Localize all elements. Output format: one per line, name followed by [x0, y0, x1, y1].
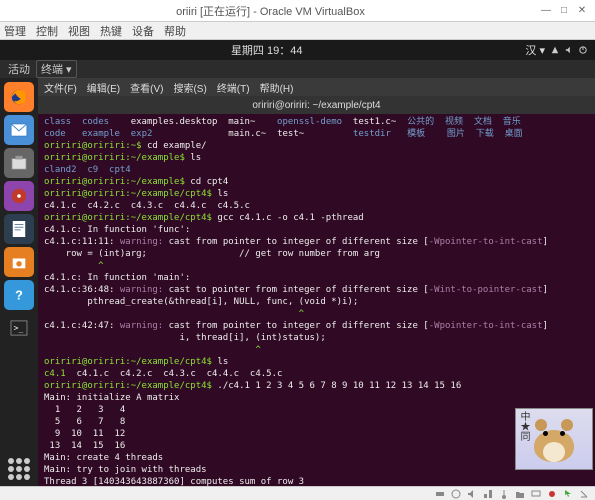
- term-menu-search[interactable]: 搜索(S): [173, 80, 206, 95]
- status-audio-icon[interactable]: [467, 489, 477, 499]
- term-menu-help[interactable]: 帮助(H): [260, 80, 294, 95]
- term-menu-file[interactable]: 文件(F): [44, 80, 77, 95]
- dock-files-icon[interactable]: [4, 148, 34, 178]
- vbox-menu-view[interactable]: 视图: [68, 23, 90, 39]
- terminal-window: 文件(F) 编辑(E) 查看(V) 搜索(S) 终端(T) 帮助(H) orir…: [38, 78, 595, 486]
- network-icon[interactable]: [551, 46, 559, 54]
- term-menu-terminal[interactable]: 终端(T): [217, 80, 250, 95]
- vbox-title: oriiri [正在运行] - Oracle VM VirtualBox: [6, 3, 535, 19]
- hamster-icon: [529, 417, 579, 462]
- status-mouse-icon[interactable]: [563, 489, 573, 499]
- svg-text:?: ?: [15, 289, 23, 303]
- close-button[interactable]: ✕: [575, 4, 589, 18]
- terminal-title: oririri@oririri: ~/example/cpt4: [252, 100, 380, 111]
- terminal-output[interactable]: class codes examples.desktop main~ opens…: [38, 114, 595, 486]
- dock-writer-icon[interactable]: [4, 214, 34, 244]
- vbox-statusbar: [0, 486, 595, 500]
- vbox-menu-control[interactable]: 控制: [36, 23, 58, 39]
- gnome-clock[interactable]: 星期四 19：44: [8, 42, 525, 58]
- terminal-titlebar: oririri@oririri: ~/example/cpt4: [38, 96, 595, 114]
- dock-firefox-icon[interactable]: [4, 82, 34, 112]
- dock-email-icon[interactable]: [4, 115, 34, 145]
- avatar-text: 中★同: [518, 411, 528, 441]
- maximize-button[interactable]: □: [557, 4, 571, 18]
- terminal-app-menu[interactable]: 终端 ▾: [36, 60, 77, 78]
- vbox-titlebar: oriiri [正在运行] - Oracle VM VirtualBox — □…: [0, 0, 595, 22]
- gnome-lang-indicator[interactable]: 汉 ▾: [525, 42, 545, 58]
- activities-button[interactable]: 活动: [8, 61, 30, 77]
- status-net-icon[interactable]: [483, 489, 493, 499]
- minimize-button[interactable]: —: [539, 4, 553, 18]
- dock-terminal-icon[interactable]: >_: [4, 313, 34, 343]
- status-hdd-icon[interactable]: [435, 489, 445, 499]
- status-rec-icon[interactable]: [547, 489, 557, 499]
- status-usb-icon[interactable]: [499, 489, 509, 499]
- status-display-icon[interactable]: [531, 489, 541, 499]
- term-menu-view[interactable]: 查看(V): [130, 80, 163, 95]
- gnome-top-bar: 星期四 19：44 汉 ▾: [0, 40, 595, 60]
- vbox-menu-help[interactable]: 帮助: [164, 23, 186, 39]
- gnome-app-menu: 活动 终端 ▾: [0, 60, 595, 78]
- desktop-avatar-widget[interactable]: 中★同: [515, 408, 593, 470]
- volume-icon[interactable]: [565, 46, 573, 54]
- status-cd-icon[interactable]: [451, 489, 461, 499]
- term-menu-edit[interactable]: 编辑(E): [87, 80, 120, 95]
- dock-apps-grid-icon[interactable]: [8, 458, 30, 480]
- status-key-icon[interactable]: [579, 489, 589, 499]
- svg-text:>_: >_: [14, 324, 24, 333]
- power-icon[interactable]: [579, 46, 587, 54]
- dock-help-icon[interactable]: ?: [4, 280, 34, 310]
- dock-rhythmbox-icon[interactable]: [4, 181, 34, 211]
- dock-software-icon[interactable]: [4, 247, 34, 277]
- vbox-menu-hotkey[interactable]: 热键: [100, 23, 122, 39]
- gnome-dock: ? >_: [0, 78, 38, 486]
- vbox-menu-devices[interactable]: 设备: [132, 23, 154, 39]
- vbox-menubar: 管理 控制 视图 热键 设备 帮助: [0, 22, 595, 40]
- status-shared-icon[interactable]: [515, 489, 525, 499]
- vbox-menu-manage[interactable]: 管理: [4, 23, 26, 39]
- terminal-menubar: 文件(F) 编辑(E) 查看(V) 搜索(S) 终端(T) 帮助(H): [38, 78, 595, 96]
